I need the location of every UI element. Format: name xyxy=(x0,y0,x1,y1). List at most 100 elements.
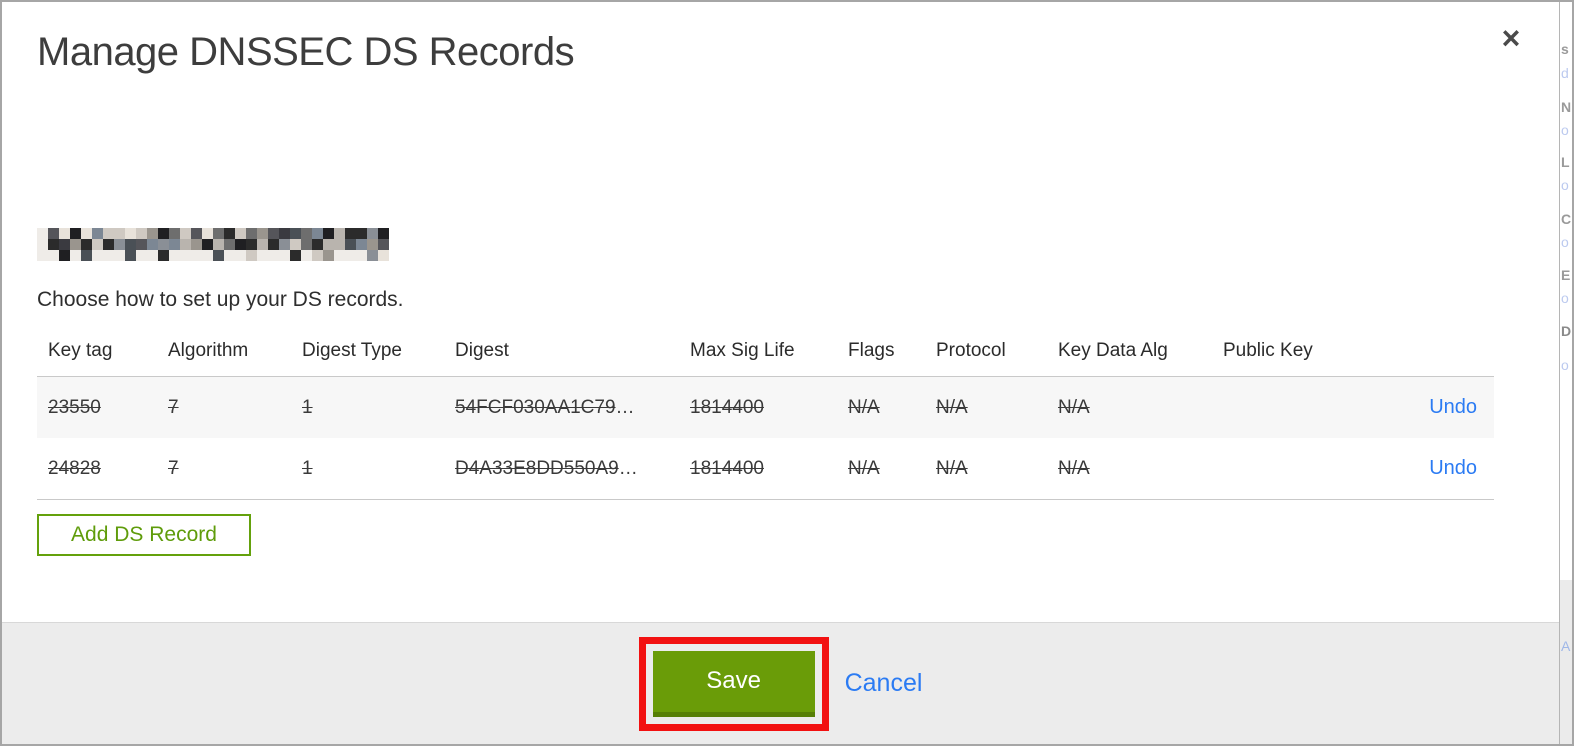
redaction-pixel xyxy=(81,239,92,250)
cell-max-sig-life: 1814400 xyxy=(690,396,764,418)
redaction-pixel xyxy=(147,250,158,261)
undo-link[interactable]: Undo xyxy=(1429,396,1477,418)
cell-algorithm: 7 xyxy=(168,457,179,479)
redaction-pixel xyxy=(334,250,345,261)
background-text-fragment: o xyxy=(1561,357,1569,373)
redaction-pixel xyxy=(81,228,92,239)
cell-flags: N/A xyxy=(848,457,880,479)
cancel-link[interactable]: Cancel xyxy=(845,669,923,698)
ds-records-table: Key tag Algorithm Digest Type Digest Max… xyxy=(37,332,1494,500)
save-button[interactable]: Save xyxy=(652,650,815,717)
cell-key-data-alg: N/A xyxy=(1058,396,1090,418)
redaction-pixel xyxy=(103,228,114,239)
redaction-pixel xyxy=(180,239,191,250)
redaction-pixel xyxy=(191,239,202,250)
redaction-pixel xyxy=(213,250,224,261)
redaction-pixel xyxy=(312,239,323,250)
redaction-pixel xyxy=(312,250,323,261)
column-header-key-tag: Key tag xyxy=(37,332,168,377)
close-icon[interactable]: × xyxy=(1493,20,1529,56)
redaction-pixel xyxy=(246,228,257,239)
add-ds-record-button[interactable]: Add DS Record xyxy=(37,514,251,556)
page-title: Manage DNSSEC DS Records xyxy=(37,30,575,74)
redaction-pixel xyxy=(92,228,103,239)
redaction-pixel xyxy=(48,250,59,261)
redaction-pixel xyxy=(279,228,290,239)
redaction-pixel xyxy=(367,250,378,261)
cell-digest-type: 1 xyxy=(302,396,313,418)
redaction-pixel xyxy=(169,239,180,250)
redaction-pixel xyxy=(323,228,334,239)
redaction-pixel xyxy=(180,250,191,261)
background-text-fragment: C xyxy=(1561,211,1572,227)
redaction-pixel xyxy=(202,239,213,250)
cell-flags: N/A xyxy=(848,396,880,418)
redaction-pixel xyxy=(334,228,345,239)
column-header-key-data-alg: Key Data Alg xyxy=(1058,332,1223,377)
column-header-flags: Flags xyxy=(848,332,936,377)
background-text-fragment: d xyxy=(1561,65,1569,81)
redaction-pixel xyxy=(323,239,334,250)
column-header-protocol: Protocol xyxy=(936,332,1058,377)
redaction-pixel xyxy=(37,250,48,261)
redaction-pixel xyxy=(202,228,213,239)
redaction-pixel xyxy=(70,228,81,239)
redaction-pixel xyxy=(279,239,290,250)
digest-ellipsis: … xyxy=(615,396,635,418)
cell-algorithm: 7 xyxy=(168,396,179,418)
redaction-pixel xyxy=(345,250,356,261)
redaction-pixel xyxy=(169,228,180,239)
redaction-pixel xyxy=(158,228,169,239)
cell-key-tag: 23550 xyxy=(48,396,101,418)
redaction-pixel xyxy=(290,228,301,239)
redaction-pixel xyxy=(59,239,70,250)
redaction-pixel xyxy=(103,250,114,261)
cell-max-sig-life: 1814400 xyxy=(690,457,764,479)
redaction-pixel xyxy=(37,239,48,250)
redaction-pixel xyxy=(70,239,81,250)
column-header-algorithm: Algorithm xyxy=(168,332,302,377)
redaction-pixel xyxy=(81,250,92,261)
redaction-pixel xyxy=(213,228,224,239)
redaction-pixel xyxy=(92,250,103,261)
redaction-pixel xyxy=(367,239,378,250)
redaction-pixel xyxy=(202,250,213,261)
redaction-pixel xyxy=(158,239,169,250)
redaction-pixel xyxy=(345,239,356,250)
redaction-pixel xyxy=(257,228,268,239)
table-row: 24828 7 1 D4A33E8DD550A9… 1814400 N/A N/… xyxy=(37,438,1494,500)
modal-footer: Save Cancel xyxy=(2,622,1559,744)
redaction-pixel xyxy=(48,239,59,250)
redaction-pixel xyxy=(125,228,136,239)
background-text-fragment: E xyxy=(1561,267,1571,283)
redaction-pixel xyxy=(367,228,378,239)
redaction-pixel xyxy=(136,250,147,261)
cell-key-data-alg: N/A xyxy=(1058,457,1090,479)
redaction-pixel xyxy=(235,239,246,250)
redaction-pixel xyxy=(125,250,136,261)
redaction-pixel xyxy=(147,228,158,239)
undo-link[interactable]: Undo xyxy=(1429,457,1477,479)
background-text-fragment: s xyxy=(1561,41,1569,57)
background-text-fragment: N xyxy=(1561,99,1572,115)
redaction-pixel xyxy=(224,239,235,250)
cell-key-tag: 24828 xyxy=(48,457,101,479)
background-text-fragment: L xyxy=(1561,154,1570,170)
cell-digest: D4A33E8DD550A9 xyxy=(455,457,619,479)
column-header-public-key: Public Key xyxy=(1223,332,1404,377)
redaction-pixel xyxy=(48,228,59,239)
background-text-fragment: o xyxy=(1561,234,1569,250)
redaction-pixel xyxy=(356,250,367,261)
redaction-pixel xyxy=(59,228,70,239)
column-header-actions xyxy=(1404,332,1494,377)
redaction-pixel xyxy=(224,250,235,261)
redaction-pixel xyxy=(279,250,290,261)
redaction-pixel xyxy=(356,239,367,250)
background-text-fragment: o xyxy=(1561,290,1569,306)
redaction-pixel xyxy=(147,239,158,250)
redaction-pixel xyxy=(378,250,389,261)
cell-digest: 54FCF030AA1C79 xyxy=(455,396,616,418)
column-header-digest-type: Digest Type xyxy=(302,332,455,377)
redaction-pixel xyxy=(114,250,125,261)
table-header-row: Key tag Algorithm Digest Type Digest Max… xyxy=(37,332,1494,377)
